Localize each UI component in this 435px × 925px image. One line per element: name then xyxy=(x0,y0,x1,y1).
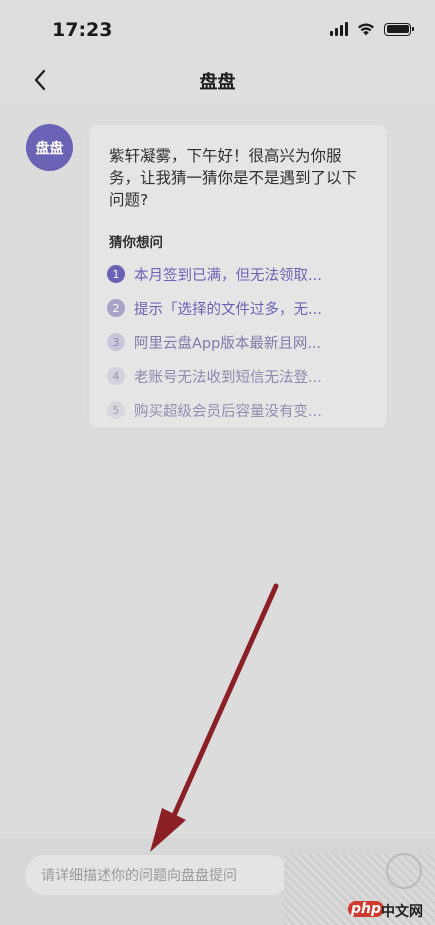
status-icons xyxy=(330,22,414,36)
question-text: 本月签到已满，但无法领取... xyxy=(134,267,322,284)
status-time: 17:23 xyxy=(52,19,113,41)
suggested-question-1[interactable]: 1 本月签到已满，但无法领取... xyxy=(107,257,377,291)
question-number-badge: 1 xyxy=(107,265,125,283)
nav-bar: 盘盘 xyxy=(0,58,435,104)
question-text: 老账号无法收到短信无法登... xyxy=(134,369,322,386)
watermark-php-logo: php xyxy=(348,901,385,917)
watermark-site-text: 中文网 xyxy=(381,904,423,920)
send-button[interactable] xyxy=(386,853,422,889)
question-text: 提示「选择的文件过多，无... xyxy=(134,301,322,318)
suggested-question-2[interactable]: 2 提示「选择的文件过多，无... xyxy=(107,291,377,325)
question-number-badge: 5 xyxy=(107,401,125,419)
suggested-question-5[interactable]: 5 购买超级会员后容量没有变... xyxy=(107,393,377,427)
cellular-signal-icon xyxy=(330,22,348,36)
assistant-avatar: 盘盘 xyxy=(26,124,73,171)
suggested-question-3[interactable]: 3 阿里云盘App版本最新且网... xyxy=(107,325,377,359)
guess-heading: 猜你想问 xyxy=(109,235,163,251)
suggested-question-list: 1 本月签到已满，但无法领取... 2 提示「选择的文件过多，无... 3 阿里… xyxy=(107,257,377,427)
question-number-badge: 4 xyxy=(107,367,125,385)
page-title: 盘盘 xyxy=(199,72,236,93)
suggested-question-4[interactable]: 4 老账号无法收到短信无法登... xyxy=(107,359,377,393)
question-number-badge: 2 xyxy=(107,299,125,317)
status-bar: 17:23 xyxy=(0,0,435,58)
greeting-text: 紫轩凝雾，下午好！很高兴为你服务，让我猜一猜你是不是遇到了以下问题? xyxy=(109,147,358,209)
question-input[interactable]: 请详细描述你的问题向盘盘提问 xyxy=(25,855,290,895)
battery-icon xyxy=(384,22,414,36)
wifi-icon xyxy=(358,23,374,36)
assistant-message-card: 紫轩凝雾，下午好！很高兴为你服务，让我猜一猜你是不是遇到了以下问题? 猜你想问 … xyxy=(89,125,387,428)
input-placeholder: 请详细描述你的问题向盘盘提问 xyxy=(41,868,237,884)
question-number-badge: 3 xyxy=(107,333,125,351)
question-text: 阿里云盘App版本最新且网... xyxy=(134,335,322,352)
question-text: 购买超级会员后容量没有变... xyxy=(134,403,322,420)
